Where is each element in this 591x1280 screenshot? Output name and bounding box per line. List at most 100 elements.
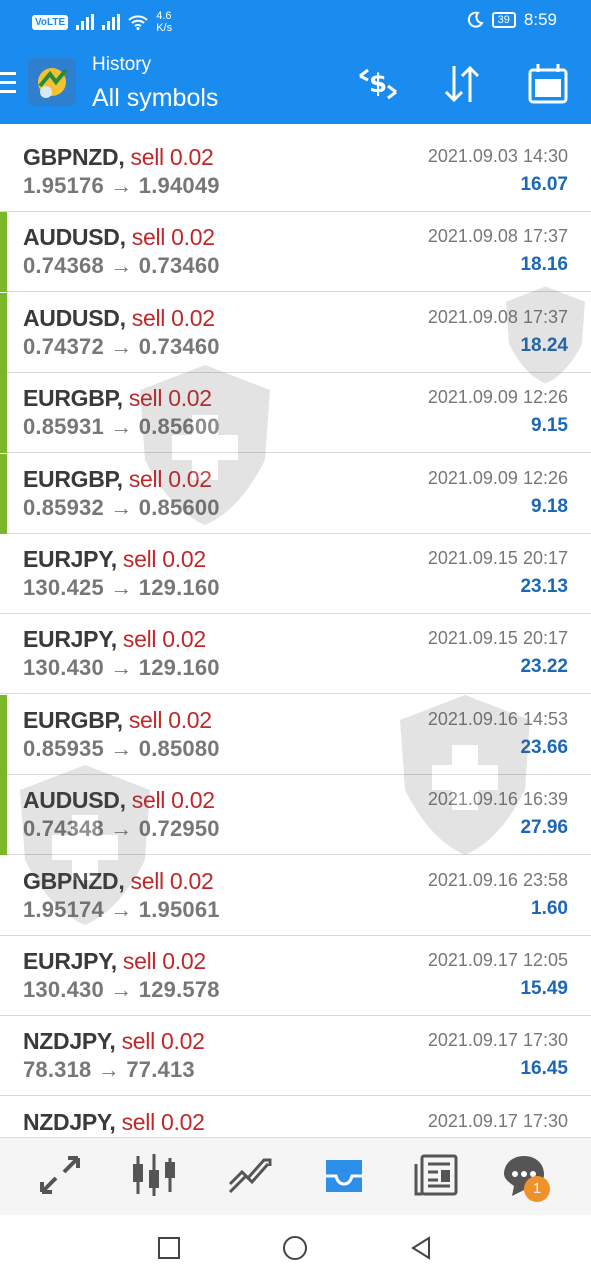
open-price: 130.430 bbox=[23, 655, 104, 681]
deal-row[interactable]: EURJPY, sell 0.02 130.430 → 129.578 2021.0… bbox=[0, 936, 591, 1016]
deal-time: 2021.09.16 16:39 bbox=[427, 789, 568, 810]
deal-time: 2021.09.15 20:17 bbox=[427, 548, 568, 568]
deal-prices: 130.430 → 129.160 bbox=[23, 655, 220, 681]
symbol-name: NZDJPY bbox=[23, 1028, 110, 1055]
status-bar: VoLTE 4.6 K/s 39 8:59 bbox=[0, 0, 591, 44]
symbol-name: AUDUSD bbox=[23, 224, 120, 251]
moon-icon bbox=[467, 11, 484, 28]
deal-time: 2021.09.16 23:58 bbox=[427, 869, 568, 890]
open-price: 130.425 bbox=[23, 575, 104, 600]
hamburger-icon[interactable] bbox=[0, 72, 16, 94]
deal-row[interactable]: EURGBP, sell 0.02 0.85932 → 0.85600 2021.0… bbox=[0, 453, 591, 534]
deal-prices: 78.318 → 77.413 bbox=[23, 1057, 195, 1083]
order-type: sell 0.02 bbox=[121, 1028, 205, 1055]
deal-prices: 0.85931 → 0.85600 bbox=[23, 414, 220, 440]
svg-text:$: $ bbox=[369, 69, 387, 99]
deal-row[interactable]: AUDUSD, sell 0.02 0.74348 → 0.72950 2021.0… bbox=[0, 775, 591, 856]
recents-icon[interactable] bbox=[156, 1235, 182, 1261]
order-type: sell 0.02 bbox=[131, 787, 215, 814]
deal-symbol: NZDJPY, sell 0.02 bbox=[23, 1108, 205, 1135]
deal-symbol: EURJPY, sell 0.02 bbox=[23, 546, 206, 572]
signal-icon-2 bbox=[102, 14, 121, 30]
deal-row[interactable]: GBPNZD, sell 0.02 1.95176 → 1.94049 2021.0… bbox=[0, 132, 591, 212]
deal-row[interactable]: EURGBP, sell 0.02 0.85935 → 0.85080 2021.0… bbox=[0, 694, 591, 775]
order-type: sell 0.02 bbox=[128, 706, 212, 733]
news-icon[interactable] bbox=[414, 1152, 462, 1198]
open-price: 130.430 bbox=[23, 977, 104, 1002]
filter-title[interactable]: All symbols bbox=[92, 84, 218, 113]
messages-badge: 1 bbox=[524, 1176, 550, 1202]
trade-icon[interactable] bbox=[226, 1152, 274, 1198]
wifi-icon bbox=[128, 15, 148, 30]
deal-time: 2021.09.08 17:37 bbox=[427, 226, 568, 247]
deal-profit: 16.07 bbox=[520, 174, 568, 195]
deal-symbol: GBPNZD, sell 0.02 bbox=[23, 867, 214, 894]
deal-time: 2021.09.09 12:26 bbox=[427, 467, 568, 488]
symbol-name: EURGBP bbox=[23, 385, 117, 412]
symbol-name: EURJPY bbox=[23, 948, 111, 974]
deal-time: 2021.09.17 12:05 bbox=[427, 950, 568, 970]
sort-icon[interactable] bbox=[438, 62, 486, 106]
deal-row[interactable]: AUDUSD, sell 0.02 0.74372 → 0.73460 2021.0… bbox=[0, 292, 591, 373]
deal-profit: 23.66 bbox=[520, 736, 568, 758]
deal-profit: 23.22 bbox=[520, 656, 568, 678]
deal-marker bbox=[0, 373, 7, 454]
currency-exchange-icon[interactable]: $ bbox=[354, 62, 402, 106]
deal-symbol: EURJPY, sell 0.02 bbox=[23, 626, 206, 653]
close-price: 0.85080 bbox=[138, 735, 220, 761]
deal-prices: 0.74348 → 0.72950 bbox=[23, 816, 220, 842]
deal-symbol: AUDUSD, sell 0.02 bbox=[23, 224, 215, 251]
open-price: 1.95176 bbox=[23, 173, 104, 198]
open-price: 0.74372 bbox=[23, 333, 104, 359]
symbol-name: EURJPY bbox=[23, 546, 111, 572]
deal-symbol: AUDUSD, sell 0.02 bbox=[23, 304, 215, 331]
network-speed: 4.6 K/s bbox=[156, 10, 173, 34]
battery-icon: 39 bbox=[491, 12, 516, 28]
close-price: 0.72950 bbox=[138, 816, 220, 842]
calendar-icon[interactable] bbox=[524, 62, 572, 106]
chart-icon[interactable] bbox=[130, 1152, 178, 1198]
deal-symbol: EURGBP, sell 0.02 bbox=[23, 385, 212, 412]
app-header: VoLTE 4.6 K/s 39 8:59 History All symbol… bbox=[0, 0, 591, 124]
deal-time: 2021.09.09 12:26 bbox=[427, 387, 568, 408]
order-type: sell 0.02 bbox=[131, 304, 215, 331]
system-navigation bbox=[0, 1215, 591, 1280]
home-icon[interactable] bbox=[282, 1235, 308, 1261]
order-type: sell 0.02 bbox=[122, 948, 206, 974]
deal-row[interactable]: GBPNZD, sell 0.02 1.95174 → 1.95061 2021.0… bbox=[0, 855, 591, 936]
deal-profit: 9.15 bbox=[531, 415, 568, 437]
deal-profit: 15.49 bbox=[520, 978, 568, 999]
symbol-name: EURGBP bbox=[23, 465, 117, 492]
close-price: 1.95061 bbox=[138, 896, 220, 922]
deal-row[interactable]: EURJPY, sell 0.02 130.430 → 129.160 2021.0… bbox=[0, 614, 591, 695]
deal-profit: 16.45 bbox=[520, 1058, 568, 1080]
deal-profit: 23.13 bbox=[520, 576, 568, 597]
back-icon[interactable] bbox=[408, 1235, 434, 1261]
open-price: 0.74348 bbox=[23, 816, 104, 842]
deal-time: 2021.09.17 17:30 bbox=[427, 1110, 568, 1131]
close-price: 0.73460 bbox=[138, 333, 220, 359]
open-price: 0.85935 bbox=[23, 735, 104, 761]
history-icon[interactable] bbox=[320, 1152, 368, 1198]
deal-marker bbox=[0, 453, 7, 534]
deal-prices: 1.95174 → 1.95061 bbox=[23, 896, 220, 922]
open-price: 0.85932 bbox=[23, 494, 104, 520]
history-list[interactable]: GBPNZD, sell 0.02 1.95176 → 1.94049 2021.0… bbox=[0, 124, 591, 1137]
deal-symbol: AUDUSD, sell 0.02 bbox=[23, 787, 215, 814]
order-type: sell 0.02 bbox=[131, 224, 215, 251]
deal-time: 2021.09.15 20:17 bbox=[427, 628, 568, 649]
deal-row[interactable]: NZDJPY, sell 0.02 2021.09.17 17:30 bbox=[0, 1096, 591, 1137]
open-price: 0.85931 bbox=[23, 414, 104, 440]
symbol-name: GBPNZD bbox=[23, 144, 119, 170]
deal-prices: 0.74372 → 0.73460 bbox=[23, 333, 220, 359]
deal-time: 2021.09.03 14:30 bbox=[427, 146, 568, 166]
deal-row[interactable]: AUDUSD, sell 0.02 0.74368 → 0.73460 2021.0… bbox=[0, 212, 591, 293]
deal-row[interactable]: NZDJPY, sell 0.02 78.318 → 77.413 2021.09.… bbox=[0, 1016, 591, 1097]
deal-row[interactable]: EURGBP, sell 0.02 0.85931 → 0.85600 2021.0… bbox=[0, 373, 591, 454]
order-type: sell 0.02 bbox=[128, 385, 212, 412]
deal-row[interactable]: EURJPY, sell 0.02 130.425 → 129.160 2021.0… bbox=[0, 534, 591, 614]
order-type: sell 0.02 bbox=[121, 1108, 205, 1135]
quotes-icon[interactable] bbox=[36, 1152, 84, 1198]
close-price: 0.85600 bbox=[138, 414, 220, 440]
deal-symbol: EURGBP, sell 0.02 bbox=[23, 706, 212, 733]
